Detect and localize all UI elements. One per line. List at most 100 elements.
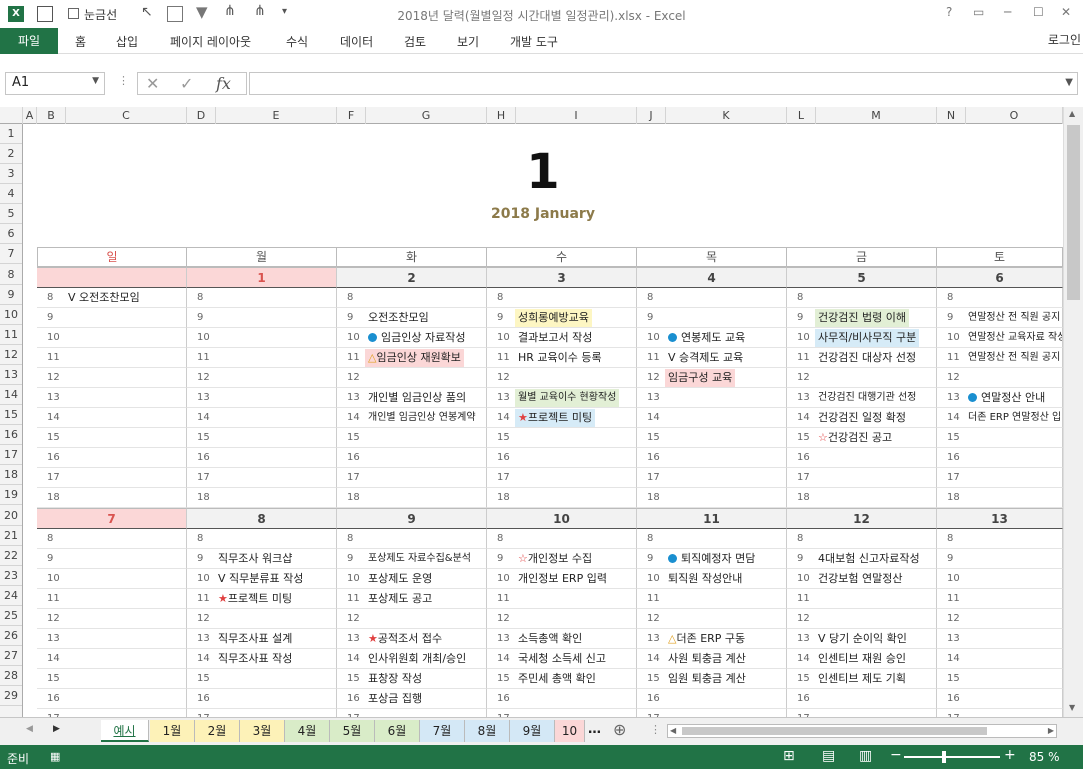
time-slot[interactable]: 14 xyxy=(37,408,187,428)
time-slot[interactable]: 11 △임금인상 재원확보 xyxy=(337,348,487,368)
time-slot[interactable]: 16 포상금 집행 xyxy=(337,689,487,709)
time-slot[interactable]: 9 xyxy=(637,308,787,328)
time-slot[interactable]: 17 xyxy=(487,709,637,717)
ribbon-display-icon[interactable]: ▭ xyxy=(973,5,984,19)
time-slot[interactable]: 15 xyxy=(937,428,1063,448)
time-slot[interactable]: 13 xyxy=(637,388,787,408)
time-slot[interactable]: 10 xyxy=(37,328,187,348)
sheet-tab-jul[interactable]: 7월 xyxy=(420,720,465,742)
page-break-view-icon[interactable]: ▥ xyxy=(859,748,872,764)
time-slot[interactable]: 13 V 당기 순이익 확인 xyxy=(787,629,937,649)
event-label[interactable]: 사원 퇴충금 계산 xyxy=(665,650,749,668)
zoom-out-icon[interactable]: − xyxy=(890,747,902,763)
time-slot[interactable]: 15 ☆건강검진 공고 xyxy=(787,428,937,448)
time-slot[interactable]: 10 사무직/비사무직 구분 xyxy=(787,328,937,348)
row-header[interactable]: 13 xyxy=(0,365,22,385)
event-label[interactable]: 퇴직원 작성안내 xyxy=(665,570,745,588)
time-slot[interactable]: 15 임원 퇴충금 계산 xyxy=(637,669,787,689)
date-header[interactable]: 6 xyxy=(937,267,1063,288)
zoom-slider[interactable] xyxy=(904,751,1000,763)
time-slot[interactable]: 18 xyxy=(187,488,337,508)
event-label[interactable]: ☆개인정보 수집 xyxy=(515,550,595,568)
sheet-tab-example[interactable]: 예시 xyxy=(101,720,149,742)
row-header[interactable]: 21 xyxy=(0,526,22,546)
time-slot[interactable]: 15 인센티브 제도 기획 xyxy=(787,669,937,689)
col-header[interactable]: F xyxy=(337,107,366,124)
event-label[interactable]: 직무조사 워크샵 xyxy=(215,550,295,568)
event-label[interactable]: 직무조사표 설계 xyxy=(215,630,295,648)
row-header[interactable]: 25 xyxy=(0,606,22,626)
time-slot[interactable]: 8 xyxy=(937,529,1063,549)
time-slot[interactable]: 12 xyxy=(487,609,637,629)
row-header[interactable]: 16 xyxy=(0,425,22,445)
time-slot[interactable]: 15 xyxy=(187,669,337,689)
col-header[interactable]: I xyxy=(516,107,637,124)
time-slot[interactable]: 8 xyxy=(787,529,937,549)
row-header[interactable]: 28 xyxy=(0,666,22,686)
time-slot[interactable]: 12 xyxy=(637,609,787,629)
insert-function-icon[interactable]: fx xyxy=(216,74,231,93)
time-slot[interactable]: 12 xyxy=(787,368,937,388)
row-header[interactable]: 6 xyxy=(0,224,22,244)
time-slot[interactable]: 16 xyxy=(787,448,937,468)
row-header[interactable]: 4 xyxy=(0,184,22,204)
event-label[interactable]: 건강검진 대행기관 선정 xyxy=(815,389,919,407)
time-slot[interactable]: 16 xyxy=(937,689,1063,709)
time-slot[interactable]: 17 xyxy=(787,709,937,717)
sheet-tab-may[interactable]: 5월 xyxy=(330,720,375,742)
time-slot[interactable]: 15 xyxy=(187,428,337,448)
time-slot[interactable]: 10 포상제도 운영 xyxy=(337,569,487,589)
time-slot[interactable]: 12 임금구성 교육 xyxy=(637,368,787,388)
date-header[interactable]: 2 xyxy=(337,267,487,288)
time-slot[interactable]: 11 HR 교육이수 등록 xyxy=(487,348,637,368)
row-header[interactable]: 5 xyxy=(0,204,22,224)
formula-input[interactable]: ▼ xyxy=(249,72,1078,95)
time-slot[interactable]: 10 퇴직원 작성안내 xyxy=(637,569,787,589)
time-slot[interactable]: 11 xyxy=(787,589,937,609)
tab-file[interactable]: 파일 xyxy=(0,28,58,54)
time-slot[interactable]: 9 직무조사 워크샵 xyxy=(187,549,337,569)
time-slot[interactable]: 11 xyxy=(487,589,637,609)
event-label[interactable]: 포상제도 운영 xyxy=(365,570,435,588)
page-layout-view-icon[interactable]: ▤ xyxy=(822,748,835,764)
row-header[interactable]: 9 xyxy=(0,285,22,305)
time-slot[interactable]: 14 ★프로젝트 미팅 xyxy=(487,408,637,428)
maximize-button[interactable]: ☐ xyxy=(1033,5,1044,19)
sheet-tab-sep[interactable]: 9월 xyxy=(510,720,555,742)
event-label[interactable]: 연말정산 전 직원 공지 xyxy=(965,349,1062,367)
event-label[interactable]: 인사위원회 개최/승인 xyxy=(365,650,469,668)
time-slot[interactable]: 17 xyxy=(187,709,337,717)
tab-view[interactable]: 보기 xyxy=(457,33,479,50)
name-box[interactable]: A1 ▼ xyxy=(5,72,105,95)
time-slot[interactable]: 17 xyxy=(787,468,937,488)
time-slot[interactable]: 17 xyxy=(187,468,337,488)
time-slot[interactable]: 12 xyxy=(37,368,187,388)
tab-insert[interactable]: 삽입 xyxy=(116,33,138,50)
time-slot[interactable]: 10 V 직무분류표 작성 xyxy=(187,569,337,589)
time-slot[interactable]: 11 포상제도 공고 xyxy=(337,589,487,609)
time-slot[interactable]: 16 xyxy=(787,689,937,709)
time-slot[interactable]: 16 xyxy=(487,689,637,709)
time-slot[interactable]: 14 직무조사표 작성 xyxy=(187,649,337,669)
time-slot[interactable]: 18 xyxy=(787,488,937,508)
col-header[interactable]: C xyxy=(66,107,187,124)
time-slot[interactable]: 12 xyxy=(937,609,1063,629)
date-header[interactable]: 1 xyxy=(187,267,337,288)
time-slot[interactable]: 11 ★프로젝트 미팅 xyxy=(187,589,337,609)
event-label[interactable]: 포상금 집행 xyxy=(365,690,425,708)
row-header[interactable]: 26 xyxy=(0,626,22,646)
row-header[interactable]: 27 xyxy=(0,646,22,666)
time-slot[interactable]: 10 xyxy=(187,328,337,348)
sheet-tab-aug[interactable]: 8월 xyxy=(465,720,510,742)
event-label[interactable]: △더존 ERP 구동 xyxy=(665,630,748,648)
row-header[interactable]: 12 xyxy=(0,345,22,365)
row-header[interactable]: 20 xyxy=(0,505,22,526)
time-slot[interactable]: 16 xyxy=(187,448,337,468)
select-all-corner[interactable] xyxy=(0,107,23,124)
time-slot[interactable]: 12 xyxy=(787,609,937,629)
time-slot[interactable]: 17 xyxy=(37,468,187,488)
event-label[interactable]: 월별 교육이수 현황작성 xyxy=(515,389,620,407)
time-slot[interactable]: 12 xyxy=(937,368,1063,388)
time-slot[interactable]: 9 xyxy=(37,549,187,569)
event-label[interactable]: 인센티브 재원 승인 xyxy=(815,650,909,668)
